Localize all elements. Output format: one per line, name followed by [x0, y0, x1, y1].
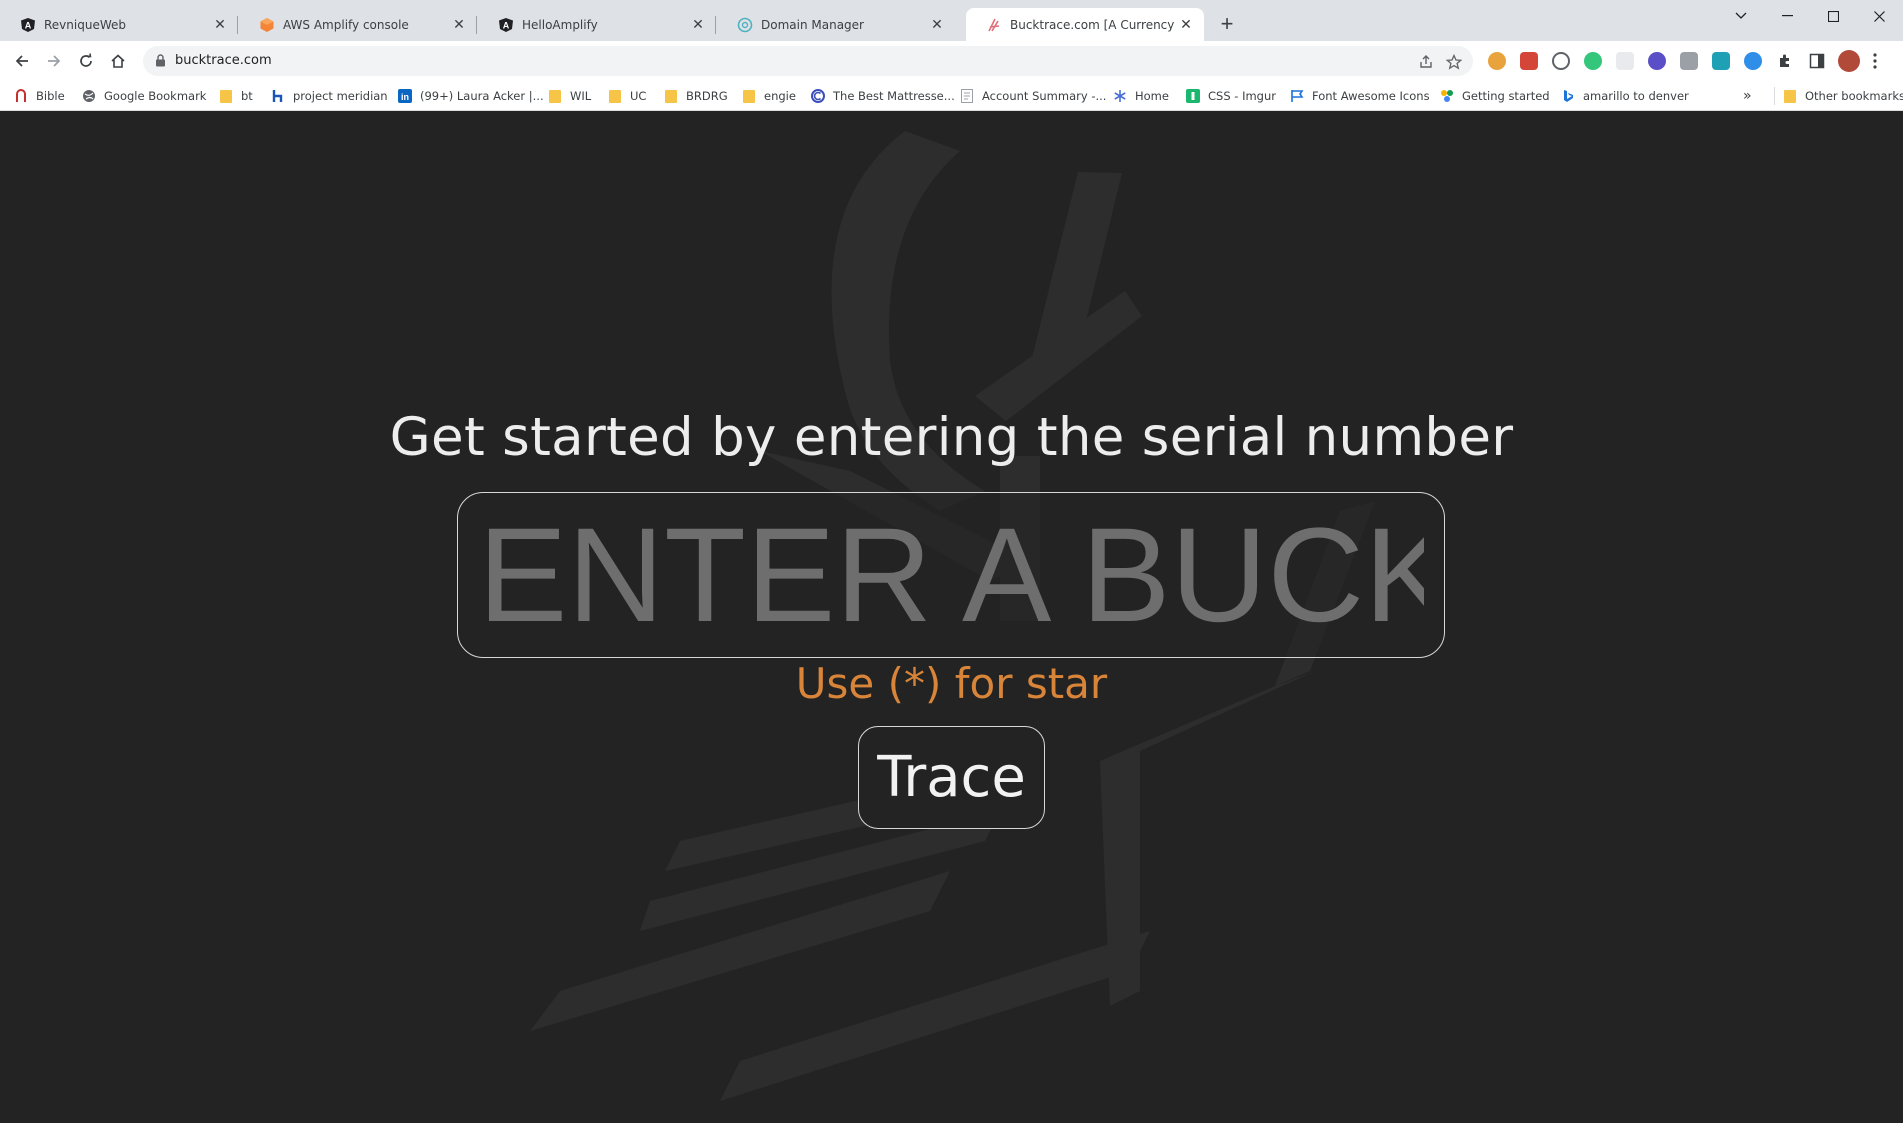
page-headline: Get started by entering the serial numbe…	[389, 407, 1514, 468]
bookmarks-overflow-button[interactable]: »	[1743, 87, 1752, 105]
back-button[interactable]	[10, 49, 34, 73]
bookmark-account-summary[interactable]: Account Summary -...	[960, 87, 1106, 105]
bookmark-bible[interactable]: Bible	[14, 87, 65, 105]
folder-icon	[1783, 89, 1797, 103]
address-bar[interactable]: bucktrace.com	[143, 46, 1473, 76]
domain-manager-icon	[737, 17, 753, 33]
folder-icon	[608, 89, 622, 103]
serial-number-input[interactable]	[457, 492, 1445, 658]
tab-title: AWS Amplify console	[283, 17, 409, 32]
k-extension-icon[interactable]	[1680, 52, 1698, 70]
folder-icon	[548, 89, 562, 103]
trace-button[interactable]: Trace	[858, 726, 1045, 829]
reload-button[interactable]	[74, 49, 98, 73]
linkedin-icon: in	[398, 89, 412, 103]
share-icon[interactable]	[1417, 53, 1435, 71]
w-extension-icon[interactable]	[1648, 52, 1666, 70]
bookmark-google-bookmark[interactable]: Google Bookmark	[82, 87, 206, 105]
recycle-extension-icon[interactable]	[1552, 52, 1570, 70]
close-tab-icon[interactable]: ✕	[212, 16, 228, 33]
tab-title: Bucktrace.com [A Currency Track	[1010, 17, 1178, 32]
home-button[interactable]	[106, 49, 130, 73]
bookmark-other-bookmarks[interactable]: Other bookmarks	[1774, 87, 1903, 105]
svg-text:A: A	[25, 20, 32, 30]
tab-title: RevniqueWeb	[44, 17, 126, 32]
document-icon	[960, 89, 974, 103]
home-icon	[111, 54, 125, 68]
bookmark-css-imgur[interactable]: CSS - Imgur	[1186, 87, 1276, 105]
bookmark-engie[interactable]: engie	[742, 87, 796, 105]
bookmark-font-awesome-icons[interactable]: Font Awesome Icons	[1290, 87, 1430, 105]
bookmark-linkedin[interactable]: in (99+) Laura Acker |...	[398, 87, 544, 105]
bookmark-amarillo-to-denver[interactable]: amarillo to denver	[1561, 87, 1689, 105]
bookmark-star-icon[interactable]	[1445, 53, 1463, 71]
bing-icon	[1561, 89, 1575, 103]
h-icon	[271, 89, 285, 103]
tab-revniqueweb[interactable]: A RevniqueWeb ✕	[0, 8, 238, 41]
globe-icon	[82, 89, 96, 103]
aws-amplify-icon	[259, 17, 275, 33]
puzzle-extensions-icon[interactable]	[1776, 52, 1794, 70]
reload-icon	[80, 53, 92, 67]
screen-extension-icon[interactable]	[1712, 52, 1730, 70]
grammar-extension-icon[interactable]	[1584, 52, 1602, 70]
tab-title: Domain Manager	[761, 17, 864, 32]
bookmark-wil[interactable]: WIL	[548, 87, 591, 105]
angular-icon: A	[20, 17, 36, 33]
tab-helloamplify[interactable]: A HelloAmplify ✕	[478, 8, 716, 41]
bookmark-brdrg[interactable]: BRDRG	[664, 87, 728, 105]
minimize-button[interactable]	[1764, 0, 1810, 32]
close-tab-icon[interactable]: ✕	[690, 16, 706, 33]
angular-icon: A	[498, 17, 514, 33]
tab-strip: A RevniqueWeb ✕ AWS Amplify console ✕ A …	[0, 0, 1903, 41]
close-tab-icon[interactable]: ✕	[929, 16, 945, 33]
page-content: Get started by entering the serial numbe…	[0, 111, 1903, 1123]
snowflake-icon	[1113, 89, 1127, 103]
back-arrow-icon	[15, 55, 28, 67]
mattress-icon	[811, 89, 825, 103]
close-window-button[interactable]	[1856, 0, 1902, 32]
svg-text:A: A	[503, 20, 510, 30]
maximize-button[interactable]	[1810, 0, 1856, 32]
side-panel-icon[interactable]	[1808, 52, 1826, 70]
url-text: bucktrace.com	[175, 53, 272, 68]
browser-toolbar: bucktrace.com	[0, 41, 1903, 81]
folder-icon	[219, 89, 233, 103]
menu-kebab-icon[interactable]	[1872, 52, 1878, 70]
bookmark-best-mattresses[interactable]: The Best Mattresse...	[811, 87, 955, 105]
profile-avatar[interactable]	[1838, 50, 1860, 72]
star-hint-text: Use (*) for star	[795, 659, 1108, 708]
folder-icon	[664, 89, 678, 103]
new-tab-button[interactable]: +	[1216, 13, 1238, 36]
lock-icon[interactable]	[155, 54, 166, 72]
bookmark-getting-started[interactable]: Getting started	[1440, 87, 1550, 105]
tab-search-button[interactable]	[1718, 0, 1764, 32]
close-tab-icon[interactable]: ✕	[451, 16, 467, 33]
bookmark-uc[interactable]: UC	[608, 87, 646, 105]
forward-button[interactable]	[42, 49, 66, 73]
tab-title: HelloAmplify	[522, 17, 598, 32]
bookmark-bt[interactable]: bt	[219, 87, 253, 105]
bookmark-home[interactable]: Home	[1113, 87, 1169, 105]
imgur-icon	[1186, 89, 1200, 103]
bookmarks-bar: Bible Google Bookmark bt project meridia…	[0, 81, 1903, 111]
tab-bucktrace[interactable]: Bucktrace.com [A Currency Track ✕	[966, 8, 1204, 41]
mail-extension-icon[interactable]	[1520, 52, 1538, 70]
getting-started-icon	[1440, 89, 1454, 103]
blank-extension-icon[interactable]	[1616, 52, 1634, 70]
folder-icon	[742, 89, 756, 103]
close-tab-icon[interactable]: ✕	[1178, 16, 1194, 33]
bookmark-project-meridian[interactable]: project meridian	[271, 87, 388, 105]
tab-domain-manager[interactable]: Domain Manager ✕	[717, 8, 955, 41]
bucktrace-icon	[986, 17, 1002, 33]
bible-icon	[14, 89, 28, 103]
svg-text:in: in	[401, 92, 409, 102]
forward-arrow-icon	[48, 55, 61, 67]
cookie-extension-icon[interactable]	[1488, 52, 1506, 70]
tab-aws-amplify-console[interactable]: AWS Amplify console ✕	[239, 8, 477, 41]
flag-icon	[1290, 89, 1304, 103]
cloud-extension-icon[interactable]	[1744, 52, 1762, 70]
